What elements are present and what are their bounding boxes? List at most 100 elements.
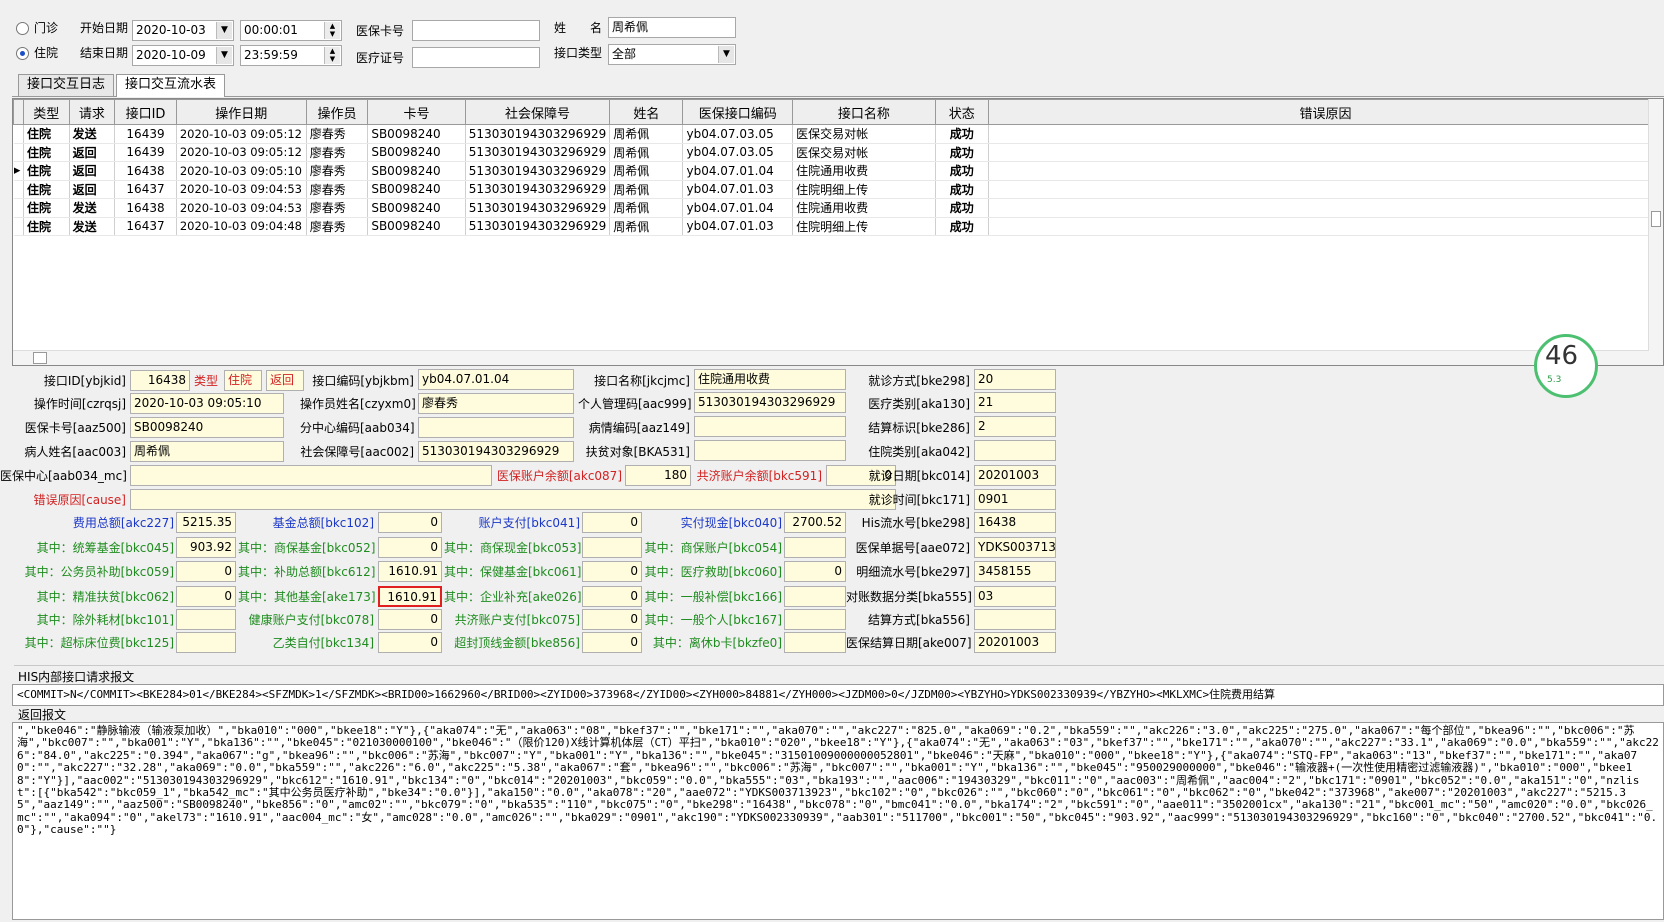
chevron-down-icon[interactable]: ▼ <box>718 46 734 63</box>
grid-header-cell[interactable]: 姓名 <box>609 99 684 125</box>
grid-hscrollbar[interactable] <box>13 350 1649 365</box>
radio-outpatient[interactable] <box>16 22 29 35</box>
name-input[interactable]: 周希佩 <box>608 17 736 38</box>
fee-field[interactable]: 0 <box>176 561 236 582</box>
grid-cell: 住院明细上传 <box>792 180 936 199</box>
table-row[interactable]: 住院 返回 16439 2020-10-03 09:05:12 廖春秀 SB0098240… <box>13 143 1663 162</box>
fee-field[interactable]: 0 <box>582 609 642 630</box>
fee-field[interactable]: 0 <box>582 512 642 533</box>
grid-header-cell[interactable]: 卡号 <box>367 99 466 125</box>
fee-label: 其中：除外耗材[bkc101] <box>36 613 174 627</box>
chevron-down-icon[interactable]: ▼ <box>216 22 232 39</box>
patient-field[interactable]: 周希佩 <box>130 441 284 462</box>
spin-arrows-icon[interactable]: ▲ ▼ <box>324 22 340 39</box>
fee-field[interactable]: 0 <box>582 561 642 582</box>
fee-field[interactable] <box>784 537 846 558</box>
start-date-picker[interactable]: 2020-10-03 ▼ <box>132 20 234 41</box>
fee-field[interactable]: 03 <box>974 586 1056 607</box>
grid-cell: 住院明细上传 <box>792 217 936 236</box>
personal-no-field[interactable]: 513030194303296929 <box>694 392 846 413</box>
grid-cell: 住院 <box>23 198 70 218</box>
iface-id-field[interactable]: 16438 <box>130 370 190 391</box>
iface-code-field[interactable]: yb04.07.01.04 <box>418 369 574 390</box>
table-row[interactable]: ▶ 住院 返回 16438 2020-10-03 09:05:10 廖春秀 SB009824… <box>13 161 1663 181</box>
operator-field[interactable]: 廖春秀 <box>418 393 574 414</box>
grid-header-cell[interactable]: 接口ID <box>114 99 177 125</box>
grid-header-cell[interactable]: 医保接口编码 <box>682 99 794 125</box>
start-time-spinner[interactable]: 00:00:01 ▲ ▼ <box>240 20 342 41</box>
grid-header-cell[interactable]: 操作员 <box>305 99 369 125</box>
grid-hscroll-thumb[interactable] <box>33 352 47 364</box>
disease-code-field[interactable] <box>694 416 846 437</box>
chevron-down-icon[interactable]: ▼ <box>216 47 232 64</box>
fee-field[interactable]: 0 <box>784 561 846 582</box>
card-field[interactable]: SB0098240 <box>130 417 284 438</box>
fee-field[interactable] <box>784 632 846 653</box>
radio-inpatient[interactable] <box>16 47 29 60</box>
table-row[interactable]: 住院 发送 16437 2020-10-03 09:04:48 廖春秀 SB0098240… <box>13 217 1663 236</box>
fee-field[interactable] <box>784 609 846 630</box>
table-row[interactable]: 住院 发送 16438 2020-10-03 09:04:53 廖春秀 SB0098240… <box>13 198 1663 218</box>
fee-field[interactable]: 0 <box>582 632 642 653</box>
spin-arrows-icon[interactable]: ▲ ▼ <box>324 47 340 64</box>
fee-field[interactable]: 0 <box>378 632 442 653</box>
his-request-memo[interactable]: <COMMIT>N</COMMIT><BKE284>01</BKE284><SF… <box>12 684 1664 706</box>
fee-field[interactable]: 0 <box>378 537 442 558</box>
fee-field[interactable] <box>582 537 642 558</box>
tab-interface-log[interactable]: 接口交互日志 <box>18 74 115 96</box>
settle-flag-field[interactable]: 2 <box>974 416 1056 437</box>
fee-field[interactable]: 0 <box>176 586 236 607</box>
grid-header-cell[interactable]: 类型 <box>22 99 70 125</box>
medical-cat-field[interactable]: 21 <box>974 392 1056 413</box>
fee-field[interactable]: 903.92 <box>176 537 236 558</box>
center-code-field[interactable] <box>418 417 574 438</box>
fee-field[interactable] <box>784 586 846 607</box>
table-row[interactable]: 住院 返回 16437 2020-10-03 09:04:53 廖春秀 SB0098240… <box>13 180 1663 199</box>
acct-balance-field[interactable]: 180 <box>625 465 691 486</box>
grid-header-cell[interactable]: 错误原因 <box>988 99 1663 125</box>
grid-vscroll-thumb[interactable] <box>1651 211 1661 227</box>
fee-field[interactable]: 0 <box>378 609 442 630</box>
iface-name-field[interactable]: 住院通用收费 <box>694 369 846 390</box>
grid-vscrollbar[interactable] <box>1648 99 1663 365</box>
fee-field[interactable] <box>974 609 1056 630</box>
op-time-field[interactable]: 2020-10-03 09:05:10 <box>130 393 284 414</box>
table-row[interactable]: 住院 发送 16439 2020-10-03 09:05:12 廖春秀 SB0098240… <box>13 124 1663 144</box>
fee-field[interactable]: YDKS00371392 <box>974 537 1056 558</box>
floating-speed-badge[interactable]: 46 5.3 <box>1534 334 1598 398</box>
grid-header-cell[interactable]: 社会保障号 <box>464 99 611 125</box>
grid-header-cell[interactable]: 接口名称 <box>792 99 936 125</box>
iface-type-select[interactable]: 全部 ▼ <box>608 44 736 65</box>
fee-field[interactable]: 20201003 <box>974 632 1056 653</box>
grid-header-cell[interactable]: 操作日期 <box>175 99 307 125</box>
highlighted-fee-field[interactable]: 1610.91 <box>378 586 442 607</box>
fee-field[interactable]: 5215.35 <box>176 512 236 533</box>
start-date-label: 开始日期 <box>80 21 129 35</box>
type-field[interactable]: 住院 <box>224 370 262 391</box>
fee-field[interactable]: 0 <box>378 512 442 533</box>
error-field[interactable] <box>130 489 896 510</box>
ssn-field[interactable]: 513030194303296929 <box>418 441 574 462</box>
end-time-spinner[interactable]: 23:59:59 ▲ ▼ <box>240 45 342 66</box>
fee-field[interactable]: 2700.52 <box>784 512 846 533</box>
medical-cert-input[interactable] <box>412 47 540 68</box>
visit-mode-field[interactable]: 20 <box>974 369 1056 390</box>
aid-target-field[interactable] <box>694 440 846 461</box>
fee-field[interactable]: 0 <box>582 586 642 607</box>
direction-field[interactable]: 返回 <box>266 370 304 391</box>
tab-interface-flow[interactable]: 接口交互流水表 <box>116 74 226 97</box>
insurance-card-input[interactable] <box>412 20 540 41</box>
visit-time-field[interactable]: 0901 <box>974 489 1056 510</box>
fee-field[interactable] <box>176 632 236 653</box>
grid-header-cell[interactable]: 状态 <box>934 99 990 125</box>
fee-field[interactable] <box>176 609 236 630</box>
inpatient-cat-field[interactable] <box>974 440 1056 461</box>
visit-date-field[interactable]: 20201003 <box>974 465 1056 486</box>
grid-header-cell[interactable]: 请求 <box>68 99 116 125</box>
end-date-picker[interactable]: 2020-10-09 ▼ <box>132 45 234 66</box>
return-msg-memo[interactable]: ","bke046":"静脉输液（输液泵加收）","bka010":"000",… <box>12 722 1664 920</box>
fee-field[interactable]: 1610.91 <box>378 561 442 582</box>
center-name-field[interactable] <box>130 465 492 486</box>
fee-field[interactable]: 16438 <box>974 512 1056 533</box>
fee-field[interactable]: 3458155 <box>974 561 1056 582</box>
